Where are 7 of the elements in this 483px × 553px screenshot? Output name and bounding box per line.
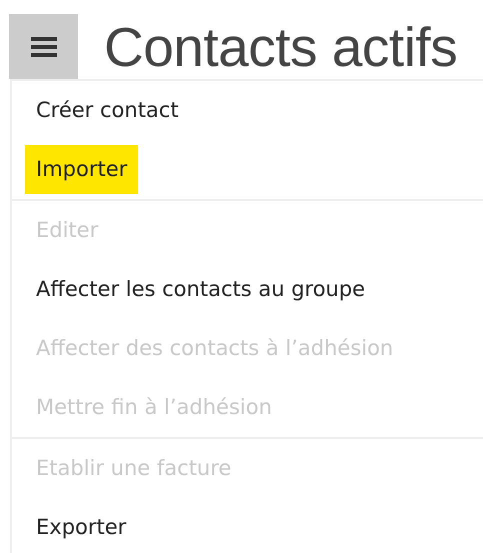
- menu-item[interactable]: Exporter: [25, 503, 138, 552]
- page-title: Contacts actifs: [104, 14, 458, 78]
- menu-item[interactable]: Affecter les contacts au groupe: [25, 265, 376, 314]
- menu-item[interactable]: Importer: [25, 145, 138, 194]
- menu-button[interactable]: [9, 14, 78, 79]
- menu-icon: [30, 36, 56, 56]
- menu-item[interactable]: Créer contact: [25, 86, 190, 135]
